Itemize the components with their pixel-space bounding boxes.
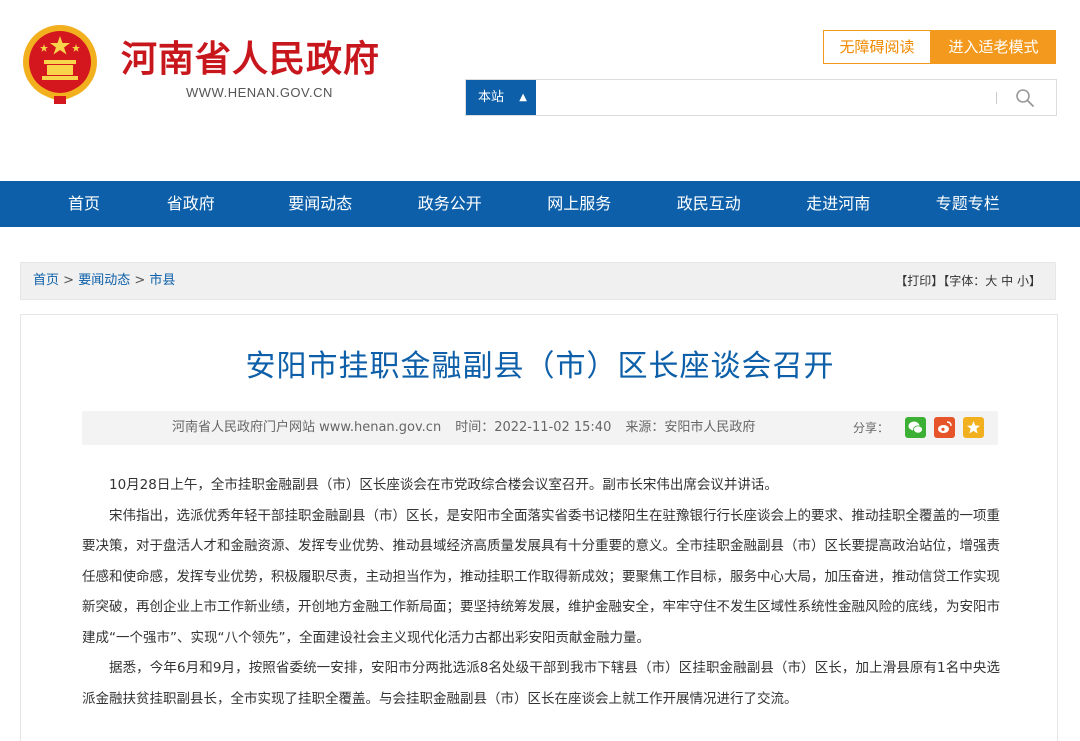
nav-item-about-henan[interactable]: 走进河南: [774, 181, 904, 227]
article-title: 安阳市挂职金融副县（市）区长座谈会召开: [245, 349, 835, 384]
meta-source: 来源：安阳市人民政府: [625, 420, 756, 435]
breadcrumb-home[interactable]: 首页: [33, 273, 59, 288]
breadcrumb-current[interactable]: 市县: [149, 273, 175, 288]
main-nav: 首页 省政府 要闻动态 政务公开 网上服务 政民互动 走进河南 专题专栏: [0, 181, 1080, 227]
wechat-icon[interactable]: [905, 417, 926, 438]
search-divider: [996, 92, 997, 104]
search-bar: 本站 ▲: [465, 79, 1057, 116]
search-scope-label: 本站: [478, 90, 505, 105]
font-small-link[interactable]: 小: [1017, 274, 1029, 288]
site-header: 河南省人民政府 WWW.HENAN.GOV.CN 无障碍阅读 进入适老模式 本站…: [0, 0, 1080, 181]
article-paragraph: 宋伟指出，选派优秀年轻干部挂职金融副县（市）区长，是安阳市全面落实省委书记楼阳生…: [82, 507, 1000, 646]
nav-item-news[interactable]: 要闻动态: [256, 181, 386, 227]
sort-caret-icon: ▲: [519, 92, 527, 103]
breadcrumb-bar: 首页 > 要闻动态 > 市县 【打印】【字体：大 中 小】: [20, 262, 1056, 300]
accessibility-reading-button[interactable]: 无障碍阅读: [823, 30, 931, 64]
meta-time: 时间：2022-11-02 15:40: [455, 420, 612, 435]
nav-item-online-services[interactable]: 网上服务: [515, 181, 645, 227]
article-tools: 【打印】【字体：大 中 小】: [895, 263, 1041, 299]
national-emblem-icon[interactable]: [20, 22, 100, 106]
breadcrumb-separator: >: [59, 273, 79, 288]
nav-item-interaction[interactable]: 政民互动: [644, 181, 774, 227]
article-container: 安阳市挂职金融副县（市）区长座谈会召开 河南省人民政府门户网站 www.hena…: [20, 314, 1058, 741]
share-label: 分享：: [852, 421, 889, 435]
breadcrumb: 首页 > 要闻动态 > 市县: [33, 263, 175, 299]
search-scope-select[interactable]: 本站 ▲: [466, 80, 536, 115]
font-large-link[interactable]: 大: [985, 274, 997, 288]
elder-mode-button[interactable]: 进入适老模式: [931, 30, 1056, 64]
share-bar: 分享：: [853, 417, 984, 438]
breadcrumb-separator: >: [130, 273, 150, 288]
search-input[interactable]: [538, 80, 988, 115]
site-domain: WWW.HENAN.GOV.CN: [186, 85, 333, 100]
article-meta: 河南省人民政府门户网站 www.henan.gov.cn 时间：2022-11-0…: [82, 411, 998, 445]
print-link[interactable]: 【打印】: [895, 274, 943, 288]
font-medium-link[interactable]: 中: [1001, 274, 1013, 288]
search-icon[interactable]: [1014, 87, 1036, 109]
favorite-star-icon[interactable]: [963, 417, 984, 438]
site-title[interactable]: 河南省人民政府: [121, 30, 380, 82]
nav-item-special-topics[interactable]: 专题专栏: [903, 181, 1033, 227]
nav-item-home[interactable]: 首页: [42, 181, 126, 227]
font-size-suffix: 】: [1028, 274, 1041, 288]
article-paragraph: 10月28日上午，全市挂职金融副县（市）区长座谈会在市党政综合楼会议室召开。副市…: [109, 477, 778, 493]
font-size-label: 【字体：: [943, 274, 986, 288]
meta-text: 河南省人民政府门户网站 www.henan.gov.cn 时间：2022-11-0…: [172, 411, 769, 445]
article-paragraph: 据悉，今年6月和9月，按照省委统一安排，安阳市分两批选派8名处级干部到我市下辖县…: [82, 660, 1000, 707]
weibo-icon[interactable]: [934, 417, 955, 438]
meta-publisher: 河南省人民政府门户网站 www.henan.gov.cn: [172, 420, 442, 435]
nav-item-provincial-government[interactable]: 省政府: [126, 181, 256, 227]
breadcrumb-news[interactable]: 要闻动态: [78, 273, 130, 288]
article-body: 10月28日上午，全市挂职金融副县（市）区长座谈会在市党政综合楼会议室召开。副市…: [82, 470, 1000, 714]
nav-item-government-affairs[interactable]: 政务公开: [385, 181, 515, 227]
